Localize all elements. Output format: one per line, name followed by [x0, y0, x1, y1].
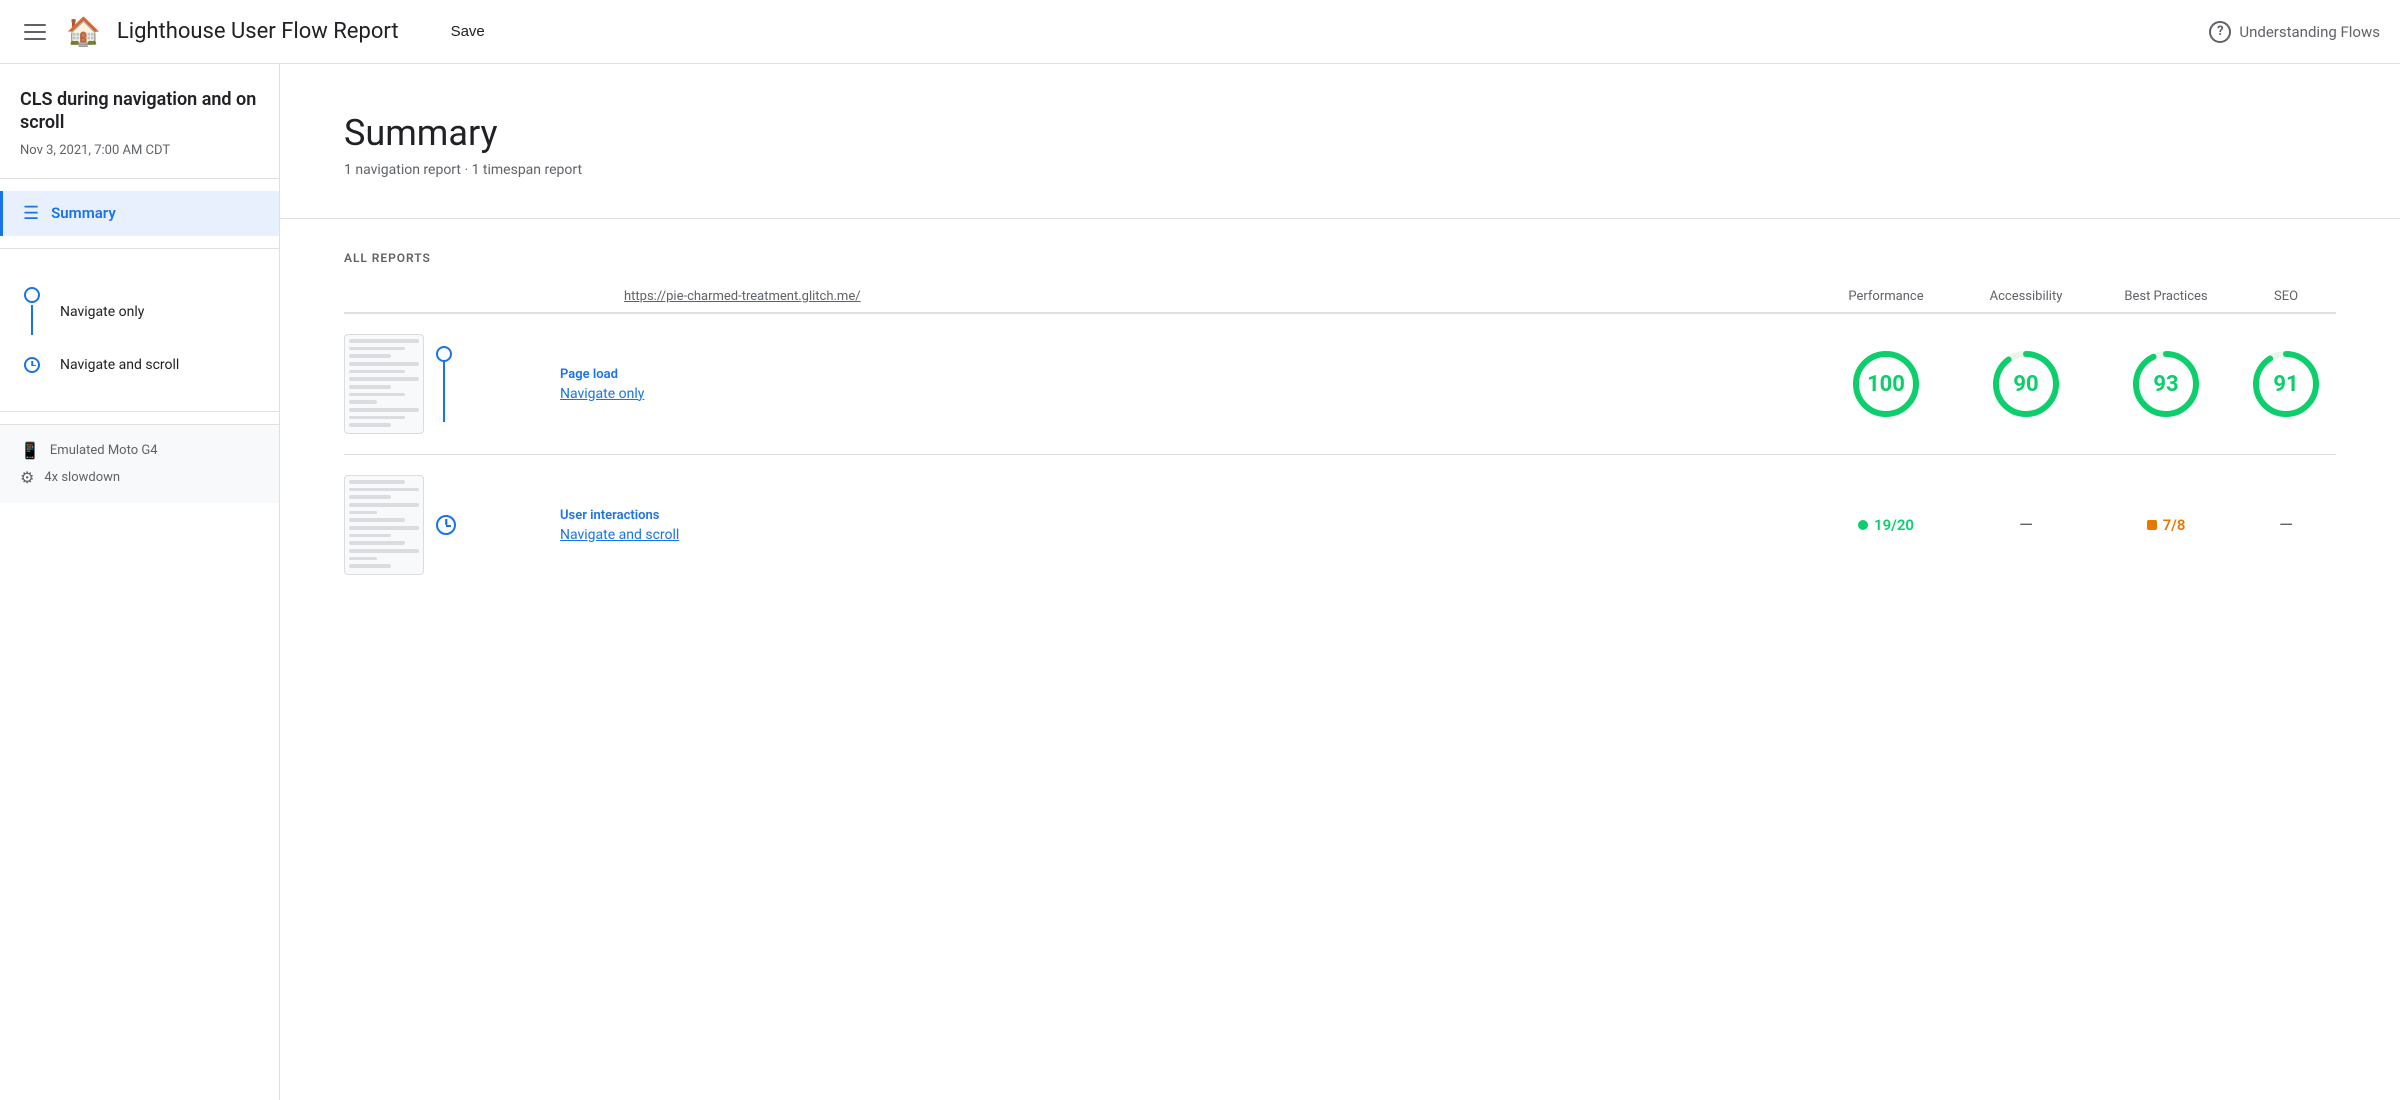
header: 🏠 Lighthouse User Flow Report Save ? Und… [0, 0, 2400, 64]
table-row: Page load Navigate only 100 [344, 314, 2336, 455]
row2-bp-badge: 7/8 [2147, 516, 2186, 534]
sidebar-divider-1 [0, 178, 279, 179]
bp-score-1: 93 [2153, 372, 2178, 397]
row2-dot [436, 515, 456, 535]
sidebar-summary-label: Summary [51, 204, 116, 222]
env-device-label: Emulated Moto G4 [50, 443, 158, 458]
sidebar-item-summary[interactable]: ☰ Summary [0, 191, 279, 236]
acc-score-1: 90 [2013, 372, 2038, 397]
header-left: 🏠 Lighthouse User Flow Report Save [20, 15, 497, 48]
col-best-practices-header: Best Practices [2096, 289, 2236, 304]
row2-type: User interactions [560, 508, 1816, 523]
row2-seo-dash: — [2279, 515, 2293, 536]
lighthouse-logo: 🏠 [66, 15, 101, 48]
flow-line-1 [31, 305, 33, 335]
row1-best-practices: 93 [2096, 348, 2236, 420]
score-circle-bp-1: 93 [2130, 348, 2202, 420]
report-thumbnail-2 [344, 475, 424, 575]
flow-connector-1 [20, 287, 44, 337]
row2-info: User interactions Navigate and scroll [544, 508, 1816, 543]
row2-bp-value: 7/8 [2163, 516, 2186, 534]
col-seo-header: SEO [2236, 289, 2336, 304]
slowdown-icon: ⚙ [20, 468, 34, 487]
report-thumbnail-1 [344, 334, 424, 434]
sidebar-report-info: CLS during navigation and on scroll Nov … [0, 64, 279, 166]
row1-info: Page load Navigate only [544, 367, 1816, 402]
sidebar: CLS during navigation and on scroll Nov … [0, 64, 280, 1100]
sidebar-item-navigate-only[interactable]: Navigate only [0, 277, 279, 347]
col-url: https://pie-charmed-treatment.glitch.me/ [544, 289, 1816, 304]
sidebar-divider-2 [0, 248, 279, 249]
perf-score-1: 100 [1867, 372, 1905, 397]
header-title: Lighthouse User Flow Report [117, 19, 399, 44]
main-content: Summary 1 navigation report · 1 timespan… [280, 64, 2400, 1100]
all-reports-label: ALL REPORTS [344, 251, 2336, 265]
table-row: User interactions Navigate and scroll 19… [344, 455, 2336, 595]
flow-connector-2 [20, 357, 44, 373]
sidebar-environment: 📱 Emulated Moto G4 ⚙ 4x slowdown [0, 424, 279, 503]
row2-perf-value: 19/20 [1874, 516, 1914, 534]
score-circle-seo-1: 91 [2250, 348, 2322, 420]
row2-thumb-area [344, 475, 544, 575]
score-circle-perf-1: 100 [1850, 348, 1922, 420]
col-accessibility-header: Accessibility [1956, 289, 2096, 304]
row2-bp-dot [2147, 520, 2157, 530]
summary-section: Summary 1 navigation report · 1 timespan… [280, 64, 2400, 219]
env-device: 📱 Emulated Moto G4 [20, 441, 259, 460]
sidebar-flow-items: Navigate only Navigate and scroll [0, 261, 279, 399]
sidebar-item-navigate-scroll[interactable]: Navigate and scroll [0, 347, 279, 383]
row1-seo: 91 [2236, 348, 2336, 420]
main-layout: CLS during navigation and on scroll Nov … [0, 64, 2400, 1100]
row2-performance: 19/20 [1816, 516, 1956, 534]
summary-list-icon: ☰ [23, 203, 39, 224]
env-slowdown: ⚙ 4x slowdown [20, 468, 259, 487]
row2-connector [436, 515, 456, 535]
row1-connector [436, 346, 452, 422]
sidebar-report-title: CLS during navigation and on scroll [20, 88, 259, 135]
row2-perf-dot [1858, 520, 1868, 530]
understanding-flows-label: Understanding Flows [2239, 23, 2380, 41]
row1-performance: 100 [1816, 348, 1956, 420]
sidebar-report-date: Nov 3, 2021, 7:00 AM CDT [20, 143, 259, 158]
seo-score-1: 91 [2273, 372, 2298, 397]
row2-seo: — [2236, 515, 2336, 536]
env-slowdown-label: 4x slowdown [44, 470, 120, 485]
row1-name[interactable]: Navigate only [560, 386, 1816, 402]
row1-dot [436, 346, 452, 362]
summary-subtitle: 1 navigation report · 1 timespan report [344, 162, 2336, 178]
navigate-only-label: Navigate only [60, 304, 144, 320]
row1-line [443, 362, 445, 422]
row1-accessibility: 90 [1956, 348, 2096, 420]
row2-perf-badge: 19/20 [1858, 516, 1914, 534]
row1-type: Page load [560, 367, 1816, 382]
all-reports-section: ALL REPORTS https://pie-charmed-treatmen… [280, 219, 2400, 627]
navigate-only-dot [24, 287, 40, 303]
navigate-scroll-dot [24, 357, 40, 373]
help-icon: ? [2209, 21, 2231, 43]
score-circle-acc-1: 90 [1990, 348, 2062, 420]
reports-table-header: https://pie-charmed-treatment.glitch.me/… [344, 281, 2336, 313]
device-icon: 📱 [20, 441, 40, 460]
navigate-scroll-label: Navigate and scroll [60, 357, 179, 373]
col-performance-header: Performance [1816, 289, 1956, 304]
hamburger-icon[interactable] [20, 20, 50, 44]
summary-title: Summary [344, 112, 2336, 154]
save-button[interactable]: Save [439, 15, 497, 48]
row2-name[interactable]: Navigate and scroll [560, 527, 1816, 543]
row2-best-practices: 7/8 [2096, 516, 2236, 534]
understanding-flows-link[interactable]: ? Understanding Flows [2209, 21, 2380, 43]
row2-acc-dash: — [2019, 515, 2033, 536]
row1-thumb-area [344, 334, 544, 434]
row2-accessibility: — [1956, 515, 2096, 536]
sidebar-divider-3 [0, 411, 279, 412]
